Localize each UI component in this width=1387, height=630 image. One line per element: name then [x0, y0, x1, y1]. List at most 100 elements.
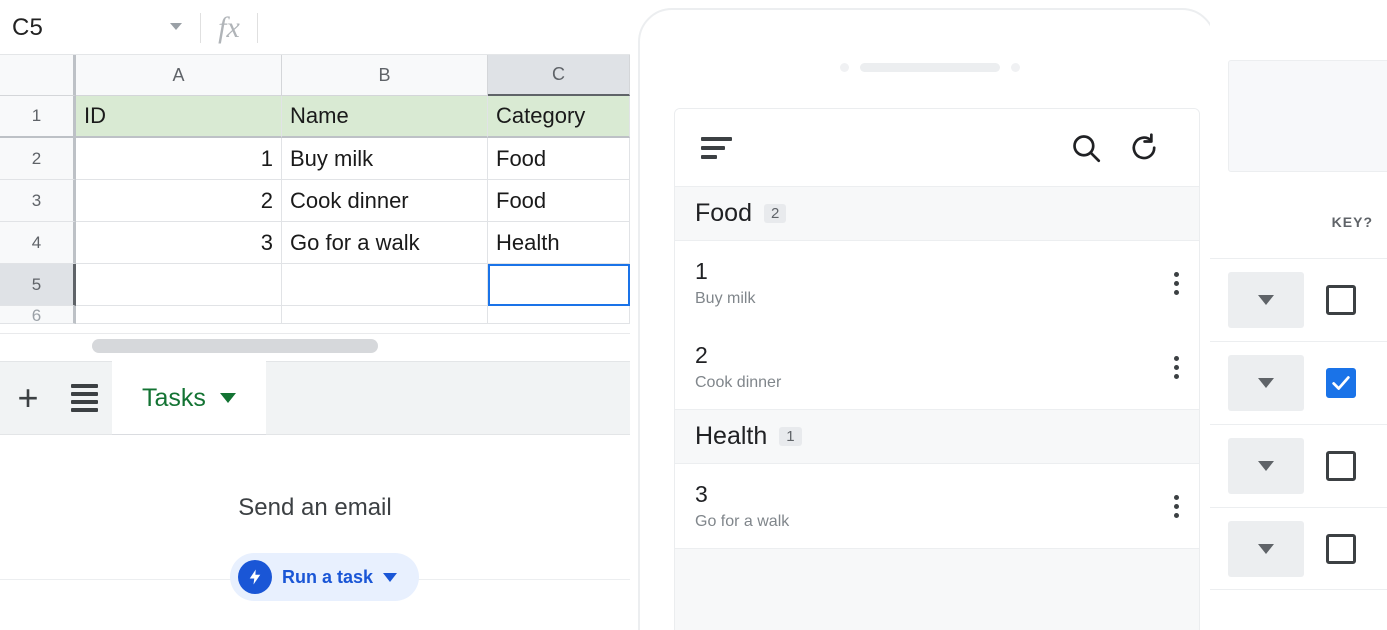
form-card [1228, 60, 1387, 172]
table-row [1210, 424, 1387, 507]
chevron-down-icon[interactable] [170, 23, 182, 30]
column-header-c[interactable]: C [488, 55, 630, 96]
checkbox-unchecked[interactable] [1326, 533, 1356, 564]
group-count-badge: 1 [779, 427, 802, 446]
cell-a6[interactable] [76, 306, 282, 324]
run-a-task-label: Run a task [282, 566, 374, 587]
group-header-health[interactable]: Health 1 [675, 410, 1199, 464]
row-header[interactable]: 2 [0, 138, 76, 180]
task-body: 2 Cook dinner [695, 342, 781, 392]
table-row: 2 1 Buy milk Food [0, 138, 630, 180]
kebab-menu-icon[interactable] [1174, 271, 1179, 295]
sheet-tab-bar: + Tasks [0, 361, 630, 435]
add-sheet-button[interactable]: + [0, 361, 56, 435]
chevron-down-icon [1258, 461, 1274, 471]
macro-panel: Send an email Run a task [0, 436, 630, 630]
refresh-button[interactable] [1115, 119, 1173, 177]
cell-c4[interactable]: Health [488, 222, 630, 264]
kebab-menu-icon[interactable] [1174, 355, 1179, 379]
plus-icon: + [17, 377, 39, 418]
camera-dot-icon [840, 62, 849, 72]
row-header[interactable]: 4 [0, 222, 76, 264]
cell-c3[interactable]: Food [488, 180, 630, 222]
chevron-down-icon[interactable] [219, 393, 236, 403]
chevron-down-icon [1258, 378, 1274, 388]
horizontal-scrollbar[interactable] [0, 333, 630, 357]
cell-b2[interactable]: Buy milk [282, 138, 488, 180]
checkbox-checked[interactable] [1326, 368, 1356, 398]
cell-a3[interactable]: 2 [76, 180, 282, 222]
group-header-food[interactable]: Food 2 [675, 187, 1199, 241]
cell-b6[interactable] [282, 306, 488, 324]
task-id: 2 [695, 342, 708, 368]
key-column-label: KEY? [1331, 214, 1373, 230]
search-button[interactable] [1057, 119, 1115, 177]
cell-a5[interactable] [76, 264, 282, 306]
name-box[interactable]: C5 [0, 0, 200, 55]
all-sheets-button[interactable] [56, 361, 112, 435]
select-all-corner[interactable] [0, 55, 76, 96]
table-row: 3 2 Cook dinner Food [0, 180, 630, 222]
dropdown-select[interactable] [1228, 355, 1304, 411]
earpiece-speaker-icon [860, 62, 1000, 72]
cell-a1[interactable]: ID [76, 96, 282, 138]
spreadsheet-panel: C5 fx A B C 1 ID Name Category 2 1 Buy m… [0, 0, 630, 630]
dropdown-select[interactable] [1228, 520, 1304, 577]
group-name: Food [695, 199, 752, 227]
task-name: Go for a walk [695, 513, 790, 530]
search-icon [1073, 134, 1101, 162]
screen-root: C5 fx A B C 1 ID Name Category 2 1 Buy m… [0, 0, 1387, 630]
list-item[interactable]: 1 Buy milk [675, 241, 1199, 325]
list-item[interactable]: 2 Cook dinner [675, 325, 1199, 409]
scrollbar-thumb[interactable] [92, 339, 378, 353]
task-id: 3 [695, 481, 708, 507]
checkbox-unchecked[interactable] [1326, 285, 1356, 315]
list-empty-area [675, 549, 1199, 630]
cell-a2[interactable]: 1 [76, 138, 282, 180]
task-body: 1 Buy milk [695, 258, 755, 308]
column-header-row: A B C [0, 55, 630, 96]
cell-b5[interactable] [282, 264, 488, 306]
phone-mockup-panel: Food 2 1 Buy milk 2 Cook dinner Health 1… [630, 0, 1216, 630]
sheet-tab-label: Tasks [142, 383, 206, 412]
chevron-down-icon [1258, 543, 1274, 554]
row-header[interactable]: 6 [0, 306, 76, 324]
kebab-menu-icon[interactable] [1174, 494, 1179, 518]
column-header-a[interactable]: A [76, 55, 282, 96]
tasks-app-screen: Food 2 1 Buy milk 2 Cook dinner Health 1… [674, 108, 1200, 630]
column-header-b[interactable]: B [282, 55, 488, 96]
sensor-dot-icon [1011, 62, 1020, 72]
table-row [1210, 258, 1387, 341]
row-header[interactable]: 1 [0, 96, 76, 138]
run-a-task-button[interactable]: Run a task [230, 553, 420, 601]
fx-icon: fx [218, 10, 240, 44]
refresh-icon [1132, 132, 1156, 159]
dropdown-select[interactable] [1228, 438, 1304, 494]
lightning-bolt-icon [238, 560, 272, 594]
cell-c6[interactable] [488, 306, 630, 324]
cell-b3[interactable]: Cook dinner [282, 180, 488, 222]
checkbox-unchecked[interactable] [1326, 451, 1356, 481]
row-header[interactable]: 5 [0, 264, 76, 306]
sort-list-icon[interactable] [701, 136, 732, 159]
formula-input[interactable] [258, 0, 630, 55]
list-item[interactable]: 3 Go for a walk [675, 464, 1199, 548]
cell-c2[interactable]: Food [488, 138, 630, 180]
cell-c5-selected[interactable] [488, 264, 630, 306]
cell-b1[interactable]: Name [282, 96, 488, 138]
table-row [1210, 507, 1387, 590]
phone-top-hardware [840, 62, 1020, 72]
table-row: 5 [0, 264, 630, 306]
macro-title: Send an email [238, 494, 392, 521]
cell-c1[interactable]: Category [488, 96, 630, 138]
row-header[interactable]: 3 [0, 180, 76, 222]
form-rows [1210, 258, 1387, 590]
cell-b4[interactable]: Go for a walk [282, 222, 488, 264]
sheet-tab-tasks[interactable]: Tasks [112, 361, 266, 435]
cell-a4[interactable]: 3 [76, 222, 282, 264]
spreadsheet-grid: A B C 1 ID Name Category 2 1 Buy milk Fo… [0, 55, 630, 335]
dropdown-select[interactable] [1228, 272, 1304, 328]
app-toolbar [675, 109, 1199, 187]
table-row [1210, 341, 1387, 424]
chevron-down-icon[interactable] [383, 572, 398, 582]
